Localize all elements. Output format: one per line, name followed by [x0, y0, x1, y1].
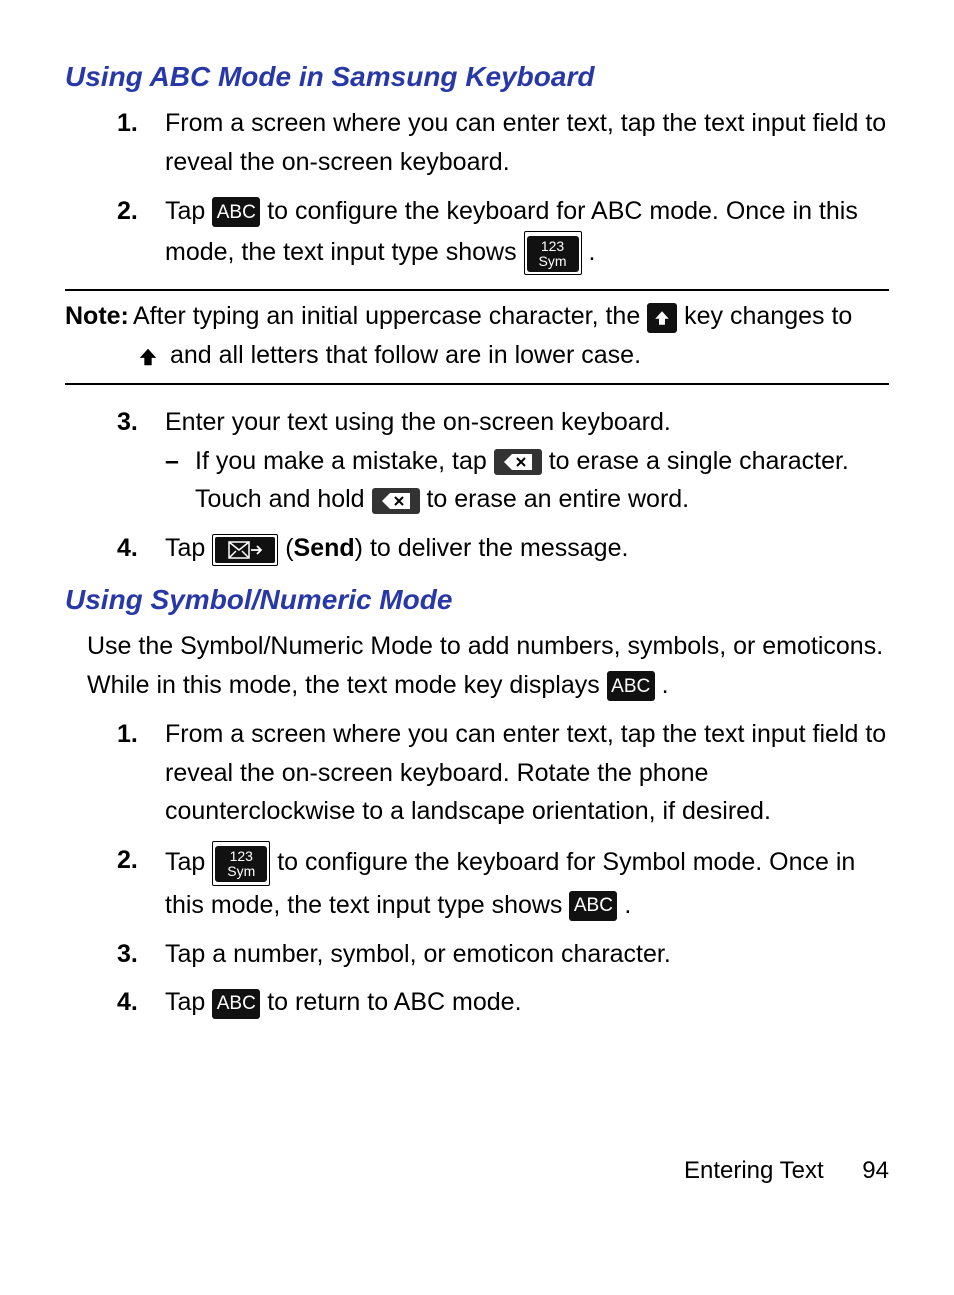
sym-bot: Sym — [539, 254, 567, 269]
dash: – — [165, 442, 179, 481]
steps-symbol-mode: 1. From a screen where you can enter tex… — [65, 715, 889, 1022]
page-footer: Entering Text 94 — [65, 1152, 889, 1189]
step-number: 2. — [117, 841, 138, 880]
step-text: From a screen where you can enter text, … — [165, 720, 886, 826]
backspace-icon — [372, 488, 420, 514]
sym-top: 123 — [230, 849, 253, 864]
abc-key-icon: ABC — [607, 671, 655, 701]
sym-key-bordered: 123 Sym — [212, 841, 270, 886]
step-text: Tap — [165, 197, 212, 225]
step-number: 1. — [117, 104, 138, 143]
substep: – If you make a mistake, tap to erase a … — [165, 442, 889, 520]
step-2: 2. Tap ABC to configure the keyboard for… — [117, 192, 889, 276]
abc-key-icon: ABC — [212, 989, 260, 1019]
sub-text: to erase an entire word. — [426, 485, 689, 513]
sym-bot: Sym — [227, 864, 255, 879]
step-3: 3. Enter your text using the on-screen k… — [117, 403, 889, 519]
send-button-wrap — [212, 534, 278, 566]
step-4: 4. Tap (Send) to deliver the message. — [117, 529, 889, 568]
step-text: ) to deliver the message. — [355, 534, 629, 562]
intro-part: Use the Symbol/Numeric Mode to add numbe… — [87, 632, 883, 699]
step-number: 4. — [117, 529, 138, 568]
shift-key-filled-icon — [647, 303, 677, 333]
heading-abc-mode: Using ABC Mode in Samsung Keyboard — [65, 55, 889, 98]
step-text: ( — [285, 534, 293, 562]
step-1: 1. From a screen where you can enter tex… — [117, 715, 889, 831]
send-label: Send — [294, 534, 355, 562]
sym-key-icon: 123 Sym — [215, 846, 267, 882]
steps-abc-mode-cont: 3. Enter your text using the on-screen k… — [65, 403, 889, 568]
step-text: . — [624, 891, 631, 919]
note-text: After typing an initial uppercase charac… — [133, 302, 647, 330]
note-text: key changes to — [684, 302, 852, 330]
note-block: Note: After typing an initial uppercase … — [65, 289, 889, 385]
step-number: 3. — [117, 403, 138, 442]
step-2: 2. Tap 123 Sym to configure the keyboard… — [117, 841, 889, 925]
step-text: to return to ABC mode. — [267, 988, 521, 1016]
sym-key-bordered: 123 Sym — [524, 231, 582, 276]
sub-text: If you make a mistake, tap — [195, 447, 494, 475]
step-text: Tap — [165, 848, 212, 876]
abc-key-icon: ABC — [212, 197, 260, 227]
step-text: to configure the keyboard for ABC mode. … — [165, 197, 858, 266]
step-number: 2. — [117, 192, 138, 231]
footer-section: Entering Text — [684, 1157, 824, 1184]
shift-key-outline-icon — [133, 342, 163, 372]
step-text: Tap a number, symbol, or emoticon charac… — [165, 940, 671, 968]
intro-part: . — [662, 671, 669, 699]
step-3: 3. Tap a number, symbol, or emoticon cha… — [117, 935, 889, 974]
send-icon — [215, 537, 275, 563]
step-text: Tap — [165, 988, 212, 1016]
note-text: and all letters that follow are in lower… — [170, 341, 641, 369]
step-number: 3. — [117, 935, 138, 974]
step-text: From a screen where you can enter text, … — [165, 109, 886, 176]
backspace-icon — [494, 449, 542, 475]
step-text: . — [589, 238, 596, 266]
sym-key-icon: 123 Sym — [527, 236, 579, 272]
step-number: 1. — [117, 715, 138, 754]
intro-text: Use the Symbol/Numeric Mode to add numbe… — [87, 627, 889, 705]
page-number: 94 — [862, 1152, 889, 1189]
sym-top: 123 — [541, 239, 564, 254]
step-number: 4. — [117, 983, 138, 1022]
step-text: Tap — [165, 534, 212, 562]
note-label: Note: — [65, 297, 129, 336]
step-1: 1. From a screen where you can enter tex… — [117, 104, 889, 182]
abc-key-icon: ABC — [569, 891, 617, 921]
step-4: 4. Tap ABC to return to ABC mode. — [117, 983, 889, 1022]
heading-symbol-mode: Using Symbol/Numeric Mode — [65, 578, 889, 621]
steps-abc-mode: 1. From a screen where you can enter tex… — [65, 104, 889, 275]
step-text: Enter your text using the on-screen keyb… — [165, 408, 671, 436]
